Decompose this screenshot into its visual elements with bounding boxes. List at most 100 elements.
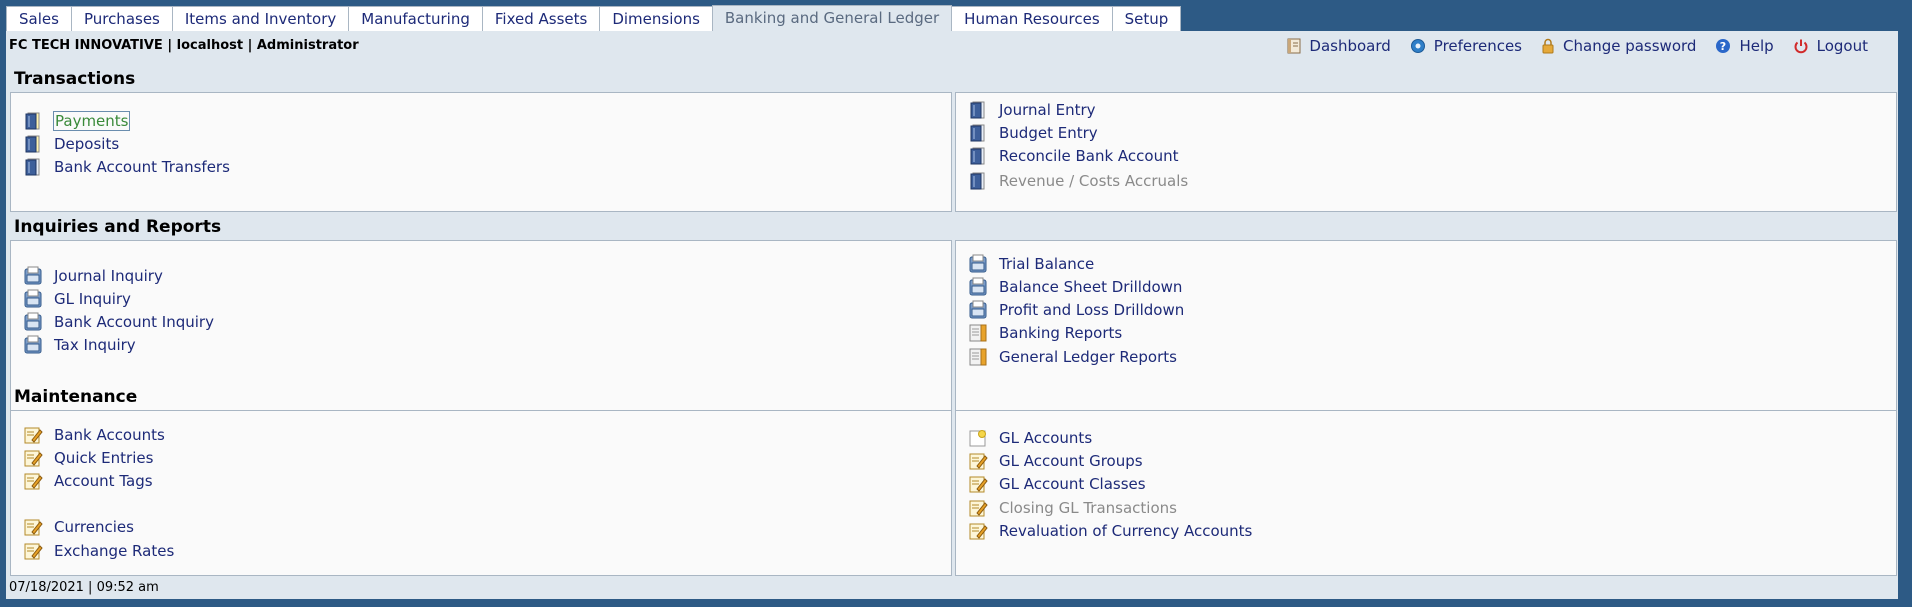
menu-item-label: General Ledger Reports <box>999 348 1177 366</box>
tab-manufacturing[interactable]: Manufacturing <box>348 6 483 32</box>
company-info: FC TECH INNOVATIVE | localhost | Adminis… <box>9 38 359 53</box>
menu-item-journal-inquiry[interactable]: Journal Inquiry <box>23 266 163 286</box>
help-icon: ? <box>1716 39 1731 53</box>
menu-item-label: Trial Balance <box>999 255 1095 273</box>
folder-report-icon <box>969 254 987 273</box>
edit-note-icon <box>24 519 43 536</box>
menu-item-deposits[interactable]: Deposits <box>23 134 119 154</box>
edit-note-icon <box>24 473 43 490</box>
folder-report-icon <box>24 266 42 285</box>
menu-item-trial-balance[interactable]: Trial Balance <box>968 254 1094 274</box>
edit-note-icon <box>969 523 988 540</box>
inquiries-left-panel: Journal Inquiry GL Inquiry Bank Account … <box>10 240 952 413</box>
book-icon <box>970 172 985 190</box>
menu-item-bank-accounts[interactable]: Bank Accounts <box>23 425 165 445</box>
menu-item-label: Currencies <box>54 518 134 536</box>
menu-item-profit-and-loss-drilldown[interactable]: Profit and Loss Drilldown <box>968 300 1184 320</box>
menu-item-label: Deposits <box>54 135 120 153</box>
menu-item-label: GL Account Classes <box>999 475 1146 493</box>
svg-text:?: ? <box>1720 40 1726 53</box>
tab-fixed-assets[interactable]: Fixed Assets <box>481 6 601 32</box>
folder-report-icon <box>969 277 987 296</box>
transactions-right-panel: Journal Entry Budget Entry Reconcile Ban… <box>955 92 1897 212</box>
tab-items-and-inventory[interactable]: Items and Inventory <box>171 6 350 32</box>
menu-item-budget-entry[interactable]: Budget Entry <box>968 123 1098 143</box>
menu-item-label: GL Accounts <box>999 429 1093 447</box>
menu-item-bank-account-transfers[interactable]: Bank Account Transfers <box>23 157 230 177</box>
logout-label: Logout <box>1816 37 1868 55</box>
preferences-link[interactable]: Preferences <box>1410 37 1522 55</box>
menu-item-general-ledger-reports[interactable]: General Ledger Reports <box>968 347 1177 367</box>
tab-dimensions[interactable]: Dimensions <box>599 6 713 32</box>
help-link[interactable]: ? Help <box>1715 37 1774 55</box>
menu-item-account-tags[interactable]: Account Tags <box>23 471 153 491</box>
book-icon <box>970 101 985 119</box>
menu-item-gl-account-groups[interactable]: GL Account Groups <box>968 451 1143 471</box>
top-bar: FC TECH INNOVATIVE | localhost | Adminis… <box>6 31 1898 65</box>
book-icon <box>970 147 985 165</box>
menu-item-gl-inquiry[interactable]: GL Inquiry <box>23 289 131 309</box>
preferences-label: Preferences <box>1433 37 1523 55</box>
menu-item-label: GL Account Groups <box>999 452 1143 470</box>
edit-note-icon <box>24 450 43 467</box>
menu-item-label: Exchange Rates <box>54 542 175 560</box>
menu-item-label: GL Inquiry <box>54 290 131 308</box>
section-title-inquiries: Inquiries and Reports <box>14 217 222 237</box>
menu-item-banking-reports[interactable]: Banking Reports <box>968 323 1122 343</box>
folder-report-icon <box>24 335 42 354</box>
menu-item-journal-entry[interactable]: Journal Entry <box>968 100 1096 120</box>
menu-item-revaluation-of-currency-accounts[interactable]: Revaluation of Currency Accounts <box>968 521 1252 541</box>
menu-item-currencies[interactable]: Currencies <box>23 517 134 537</box>
menu-item-payments[interactable]: Payments <box>23 111 131 131</box>
menu-item-label: Closing GL Transactions <box>999 499 1177 517</box>
menu-item-label: Budget Entry <box>999 124 1098 142</box>
gear-icon <box>1410 39 1425 53</box>
menu-item-revenue-costs-accruals: Revenue / Costs Accruals <box>968 171 1188 191</box>
edit-note-icon <box>969 453 988 470</box>
tab-sales[interactable]: Sales <box>6 6 72 32</box>
menu-item-balance-sheet-drilldown[interactable]: Balance Sheet Drilldown <box>968 277 1182 297</box>
tab-human-resources[interactable]: Human Resources <box>951 6 1113 32</box>
book-icon <box>25 112 40 130</box>
menu-item-label: Journal Inquiry <box>54 267 163 285</box>
menu-item-label: Journal Entry <box>999 101 1096 119</box>
maintenance-right-panel: GL Accounts GL Account Groups GL Account… <box>955 410 1897 576</box>
menu-item-label: Revenue / Costs Accruals <box>999 172 1189 190</box>
menu-item-quick-entries[interactable]: Quick Entries <box>23 448 153 468</box>
edit-note-icon <box>24 543 43 560</box>
edit-note-icon <box>24 427 43 444</box>
book-icon <box>25 135 40 153</box>
menu-item-label: Revaluation of Currency Accounts <box>999 522 1253 540</box>
menu-item-tax-inquiry[interactable]: Tax Inquiry <box>23 335 136 355</box>
change-password-label: Change password <box>1563 37 1697 55</box>
menu-item-label: Reconcile Bank Account <box>999 147 1179 165</box>
menu-item-label: Bank Account Inquiry <box>54 313 214 331</box>
dashboard-link[interactable]: Dashboard <box>1287 37 1391 55</box>
menu-item-exchange-rates[interactable]: Exchange Rates <box>23 541 174 561</box>
main-page: FC TECH INNOVATIVE | localhost | Adminis… <box>6 31 1898 599</box>
report-list-icon <box>969 348 987 366</box>
tab-banking-and-general-ledger[interactable]: Banking and General Ledger <box>711 5 953 32</box>
folder-report-icon <box>24 312 42 331</box>
menu-item-label: Tax Inquiry <box>54 336 136 354</box>
change-password-link[interactable]: Change password <box>1541 37 1696 55</box>
report-list-icon <box>969 324 987 342</box>
edit-note-icon <box>969 476 988 493</box>
menu-item-bank-account-inquiry[interactable]: Bank Account Inquiry <box>23 312 214 332</box>
header-links: Dashboard Preferences Change password ? … <box>1268 37 1868 55</box>
transactions-left-panel: Payments Deposits Bank Account Transfers <box>10 92 952 212</box>
logout-link[interactable]: Logout <box>1793 37 1868 55</box>
inquiries-right-panel: Trial Balance Balance Sheet Drilldown Pr… <box>955 240 1897 413</box>
menu-item-closing-gl-transactions: Closing GL Transactions <box>968 498 1177 518</box>
menu-item-label: Quick Entries <box>54 449 154 467</box>
menu-item-gl-account-classes[interactable]: GL Account Classes <box>968 474 1146 494</box>
tab-purchases[interactable]: Purchases <box>70 6 173 32</box>
tab-setup[interactable]: Setup <box>1111 6 1182 32</box>
footer-datetime: 07/18/2021 | 09:52 am <box>9 580 159 595</box>
menu-item-reconcile-bank-account[interactable]: Reconcile Bank Account <box>968 146 1179 166</box>
help-label: Help <box>1739 37 1774 55</box>
menu-item-label: Payments <box>52 111 131 131</box>
menu-item-label: Banking Reports <box>999 324 1123 342</box>
book-icon <box>25 158 40 176</box>
menu-item-gl-accounts[interactable]: GL Accounts <box>968 428 1092 448</box>
